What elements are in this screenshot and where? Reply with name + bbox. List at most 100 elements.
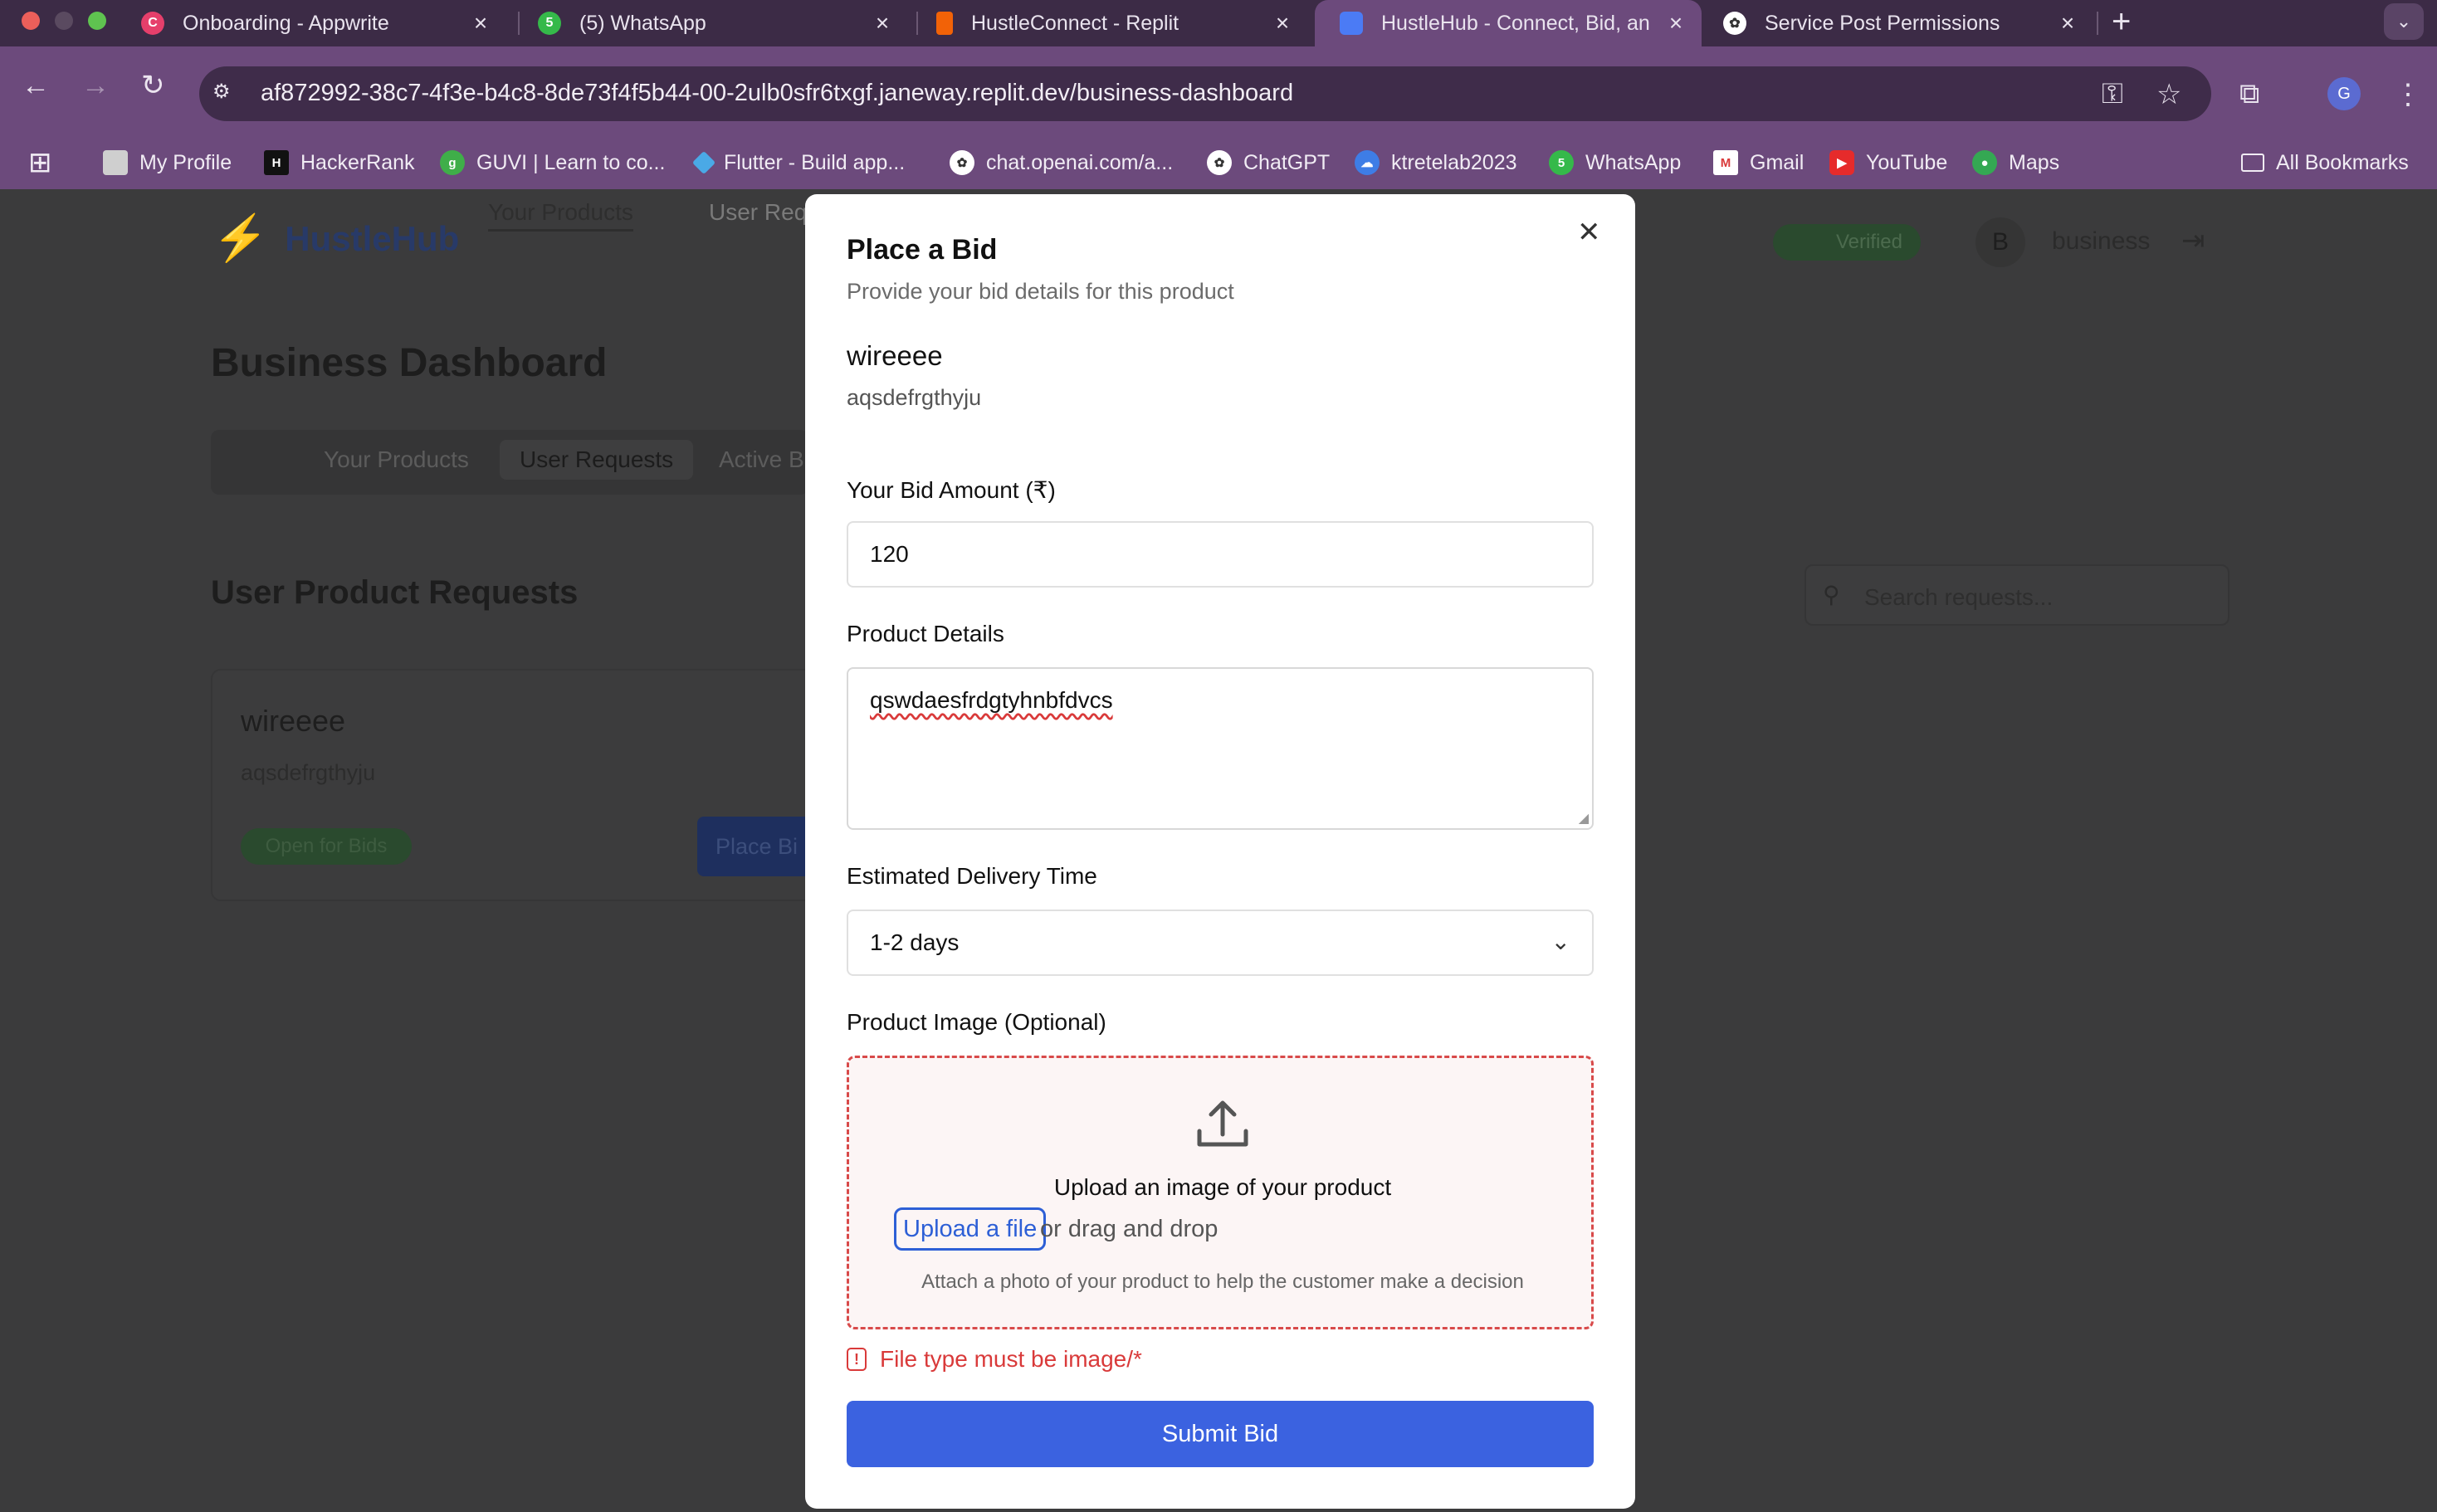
close-icon[interactable]: × (870, 10, 895, 37)
bookmark-ktretelab[interactable]: ☁ ktretelab2023 (1355, 146, 1517, 179)
page-title: Business Dashboard (211, 341, 608, 385)
apps-grid-icon[interactable]: ⊞ (28, 146, 52, 179)
bookmark-chatgpt[interactable]: ✿ ChatGPT (1207, 146, 1330, 179)
upload-file-link[interactable]: Upload a file (894, 1207, 1047, 1251)
maximize-window-button[interactable] (88, 12, 106, 30)
hustlehub-icon (1340, 12, 1363, 35)
browser-tab-service-post[interactable]: ✿ Service Post Permissions × (1698, 0, 2093, 46)
place-bid-button[interactable]: Place Bi (697, 817, 822, 876)
page-icon (103, 150, 128, 175)
tab-your-products[interactable]: Your Products (324, 446, 469, 473)
close-icon[interactable]: ✕ (1577, 216, 1601, 249)
image-dropzone[interactable]: Upload an image of your product Upload a… (847, 1056, 1594, 1329)
all-bookmarks[interactable]: All Bookmarks (2241, 146, 2409, 179)
bookmark-label: Maps (2009, 150, 2060, 174)
bid-amount-input[interactable]: 120 (847, 521, 1594, 588)
bookmark-label: YouTube (1866, 150, 1948, 174)
url-text[interactable]: af872992-38c7-4f3e-b4c8-8de73f4f5b44-00-… (261, 80, 1293, 107)
close-icon[interactable]: × (1663, 10, 1688, 37)
tab-search-button[interactable]: ⌄ (2384, 3, 2424, 40)
card-title: wireeee (241, 704, 346, 738)
delivery-time-select[interactable]: 1-2 days ⌄ (847, 910, 1594, 976)
bookmark-label: HackerRank (300, 150, 415, 174)
openai-icon: ✿ (950, 150, 974, 175)
site-info-icon[interactable]: ⚙ (212, 80, 241, 108)
chevron-down-icon: ⌄ (1551, 929, 1570, 954)
bookmark-star-icon[interactable]: ☆ (2156, 78, 2181, 111)
bookmark-flutter[interactable]: Flutter - Build app... (691, 146, 906, 179)
browser-menu-icon[interactable]: ⋮ (2394, 78, 2422, 111)
section-title: User Product Requests (211, 574, 579, 611)
lightning-icon: ⚡ (212, 213, 269, 263)
product-details-textarea[interactable]: qswdaesfrdgtyhnbfdvcs ◢ (847, 667, 1594, 830)
tab-active-bids[interactable]: Active B (719, 446, 804, 473)
error-text: File type must be image/* (880, 1346, 1142, 1372)
bookmark-label: chat.openai.com/a... (986, 150, 1174, 174)
nav-user-requests[interactable]: User Req (709, 199, 807, 226)
bookmark-youtube[interactable]: ▶ YouTube (1829, 146, 1947, 179)
minimize-window-button[interactable] (55, 12, 73, 30)
gmail-icon: M (1713, 150, 1738, 175)
bookmark-maps[interactable]: ● Maps (1972, 146, 2059, 179)
tab-label: HustleHub - Connect, Bid, an (1381, 11, 1650, 35)
delivery-time-label: Estimated Delivery Time (847, 863, 1097, 889)
openai-icon: ✿ (1207, 150, 1232, 175)
tab-label: (5) WhatsApp (579, 11, 706, 35)
dialog-title: Place a Bid (847, 234, 998, 266)
bookmark-label: WhatsApp (1585, 150, 1682, 174)
file-type-error: ! File type must be image/* (847, 1346, 1142, 1373)
openai-icon: ✿ (1723, 12, 1746, 35)
close-icon[interactable]: × (2055, 10, 2080, 37)
card-subtitle: aqsdefrgthyju (241, 760, 376, 785)
username: business (2052, 227, 2151, 255)
brand-name: HustleHub (285, 218, 460, 258)
browser-tab-whatsapp[interactable]: 5 (5) WhatsApp × (513, 0, 908, 46)
product-name: wireeee (847, 340, 943, 371)
guvi-icon: g (440, 150, 465, 175)
tab-user-requests[interactable]: User Requests (500, 440, 694, 480)
whatsapp-icon: 5 (1549, 150, 1574, 175)
logout-icon[interactable]: ⇥ (2181, 224, 2205, 257)
product-description: aqsdefrgthyju (847, 385, 982, 410)
search-placeholder: Search requests... (1864, 584, 2054, 610)
bookmark-label: Flutter - Build app... (724, 150, 906, 174)
url-path: /business-dashboard (1069, 80, 1294, 106)
appwrite-icon: C (141, 12, 164, 35)
cloud-icon: ☁ (1355, 150, 1380, 175)
resize-handle-icon[interactable]: ◢ (1579, 810, 1589, 827)
bookmark-my-profile[interactable]: My Profile (103, 146, 232, 179)
close-icon[interactable]: × (1270, 10, 1295, 37)
browser-tab-appwrite[interactable]: C Onboarding - Appwrite × (116, 0, 506, 46)
profile-avatar[interactable]: G (2327, 77, 2361, 110)
new-tab-button[interactable]: + (2112, 3, 2131, 41)
upload-hint: Attach a photo of your product to help t… (921, 1271, 1524, 1293)
close-window-button[interactable] (22, 12, 40, 30)
search-input[interactable]: ⚲ Search requests... (1805, 564, 2229, 626)
alert-icon: ! (847, 1348, 867, 1371)
bookmark-label: Gmail (1750, 150, 1805, 174)
submit-bid-button[interactable]: Submit Bid (847, 1401, 1594, 1467)
status-badge: Open for Bids (241, 828, 412, 865)
flutter-icon (691, 150, 716, 175)
bookmark-guvi[interactable]: g GUVI | Learn to co... (440, 146, 665, 179)
bookmark-gmail[interactable]: M Gmail (1713, 146, 1804, 179)
brand-logo[interactable]: ⚡ HustleHub (212, 212, 459, 265)
forward-button[interactable]: → (81, 71, 110, 100)
browser-tab-replit[interactable]: HustleConnect - Replit × (911, 0, 1308, 46)
avatar[interactable]: B (1975, 217, 2025, 267)
extensions-icon[interactable]: ⧉ (2239, 78, 2259, 110)
password-key-icon[interactable]: ⚿ (2102, 78, 2123, 110)
dialog-subtitle: Provide your bid details for this produc… (847, 279, 1234, 304)
bookmark-label: ktretelab2023 (1391, 150, 1517, 174)
reload-button[interactable]: ↻ (141, 71, 165, 100)
nav-your-products[interactable]: Your Products (488, 199, 633, 232)
browser-tab-hustlehub[interactable]: HustleHub - Connect, Bid, an × (1315, 0, 1702, 46)
place-bid-dialog: Place a Bid ✕ Provide your bid details f… (805, 194, 1635, 1509)
tab-label: Onboarding - Appwrite (183, 11, 389, 35)
bookmark-chat-openai[interactable]: ✿ chat.openai.com/a... (950, 146, 1173, 179)
close-icon[interactable]: × (468, 10, 493, 37)
request-card: wireeee aqsdefrgthyju Open for Bids Plac… (211, 669, 825, 901)
bookmark-hackerrank[interactable]: H HackerRank (264, 146, 415, 179)
bookmark-whatsapp[interactable]: 5 WhatsApp (1549, 146, 1681, 179)
back-button[interactable]: ← (22, 71, 50, 100)
